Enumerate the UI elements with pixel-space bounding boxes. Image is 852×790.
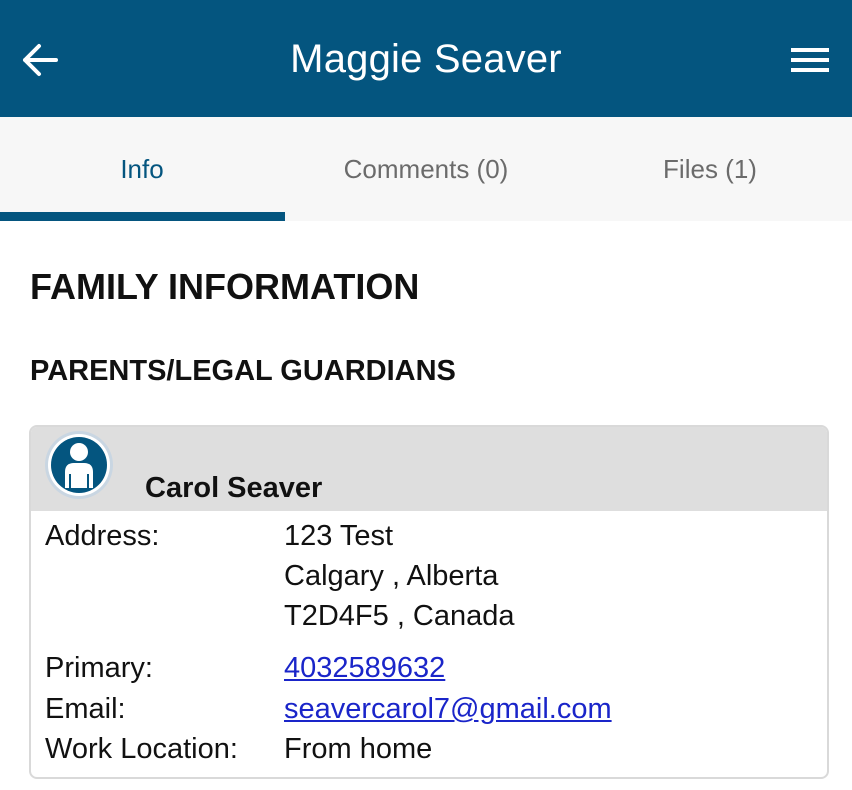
work-location-label: Work Location: — [45, 733, 238, 765]
tab-info-label: Info — [120, 153, 164, 184]
subsection-title: PARENTS/LEGAL GUARDIANS — [30, 355, 456, 387]
guardian-card: Carol Seaver Address: 123 Test Calgary ,… — [29, 425, 829, 779]
tab-files-label: Files (1) — [663, 153, 757, 184]
guardian-card-header: Carol Seaver — [31, 427, 827, 511]
email-link[interactable]: seavercarol7@gmail.com — [284, 693, 612, 725]
tab-comments[interactable]: Comments (0) — [284, 117, 568, 221]
page-title: Maggie Seaver — [290, 37, 562, 81]
person-avatar-icon — [45, 431, 113, 499]
active-tab-indicator — [0, 212, 285, 221]
address-label: Address: — [45, 520, 160, 552]
address-line-3: T2D4F5 , Canada — [284, 600, 515, 632]
primary-phone-label: Primary: — [45, 652, 153, 684]
email-label: Email: — [45, 693, 126, 725]
primary-phone-link[interactable]: 4032589632 — [284, 652, 445, 684]
address-line-1: 123 Test — [284, 520, 394, 552]
tab-bar: Info Comments (0) Files (1) — [0, 117, 852, 221]
address-line-2: Calgary , Alberta — [284, 560, 499, 592]
tab-comments-label: Comments (0) — [343, 153, 509, 184]
app-bar: Maggie Seaver — [0, 0, 852, 117]
guardian-name: Carol Seaver — [145, 472, 323, 504]
section-title: FAMILY INFORMATION — [30, 266, 420, 307]
hamburger-menu-icon — [791, 48, 829, 72]
tab-files[interactable]: Files (1) — [568, 117, 852, 221]
tab-info[interactable]: Info — [0, 117, 284, 221]
menu-button[interactable] — [788, 40, 832, 80]
work-location-value: From home — [284, 733, 433, 765]
